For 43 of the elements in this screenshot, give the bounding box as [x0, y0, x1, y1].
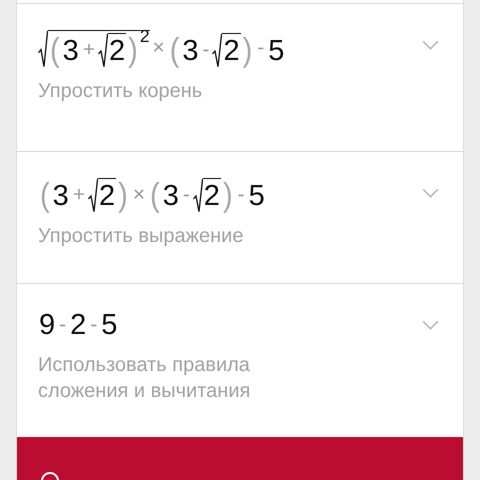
parenthesis: ): [222, 178, 234, 216]
math-number: 5: [267, 36, 286, 68]
math-operator: -: [89, 314, 98, 338]
parenthesis: (: [149, 178, 161, 216]
math-operator: -: [236, 184, 246, 207]
chevron-icon[interactable]: [422, 320, 439, 331]
solution-step[interactable]: (3+ 2)×(3- 2)-5 Упростить выражение: [17, 151, 463, 283]
math-number: 2: [222, 36, 241, 68]
parenthesis: ): [242, 34, 254, 70]
math-number: 2: [98, 181, 116, 213]
math-operator: -: [202, 38, 210, 62]
step-description: Упростить корень: [38, 78, 204, 104]
math-number: 2: [69, 310, 88, 342]
chevron-icon[interactable]: [422, 40, 439, 51]
math-number: 3: [181, 36, 200, 68]
parenthesis: (: [39, 178, 51, 216]
parenthesis: ): [117, 178, 129, 216]
radical-sign-icon: [192, 178, 203, 213]
math-operator: -: [58, 314, 68, 338]
math-number: 3: [52, 181, 70, 213]
radical-sign-icon: [38, 30, 48, 68]
math-number: 9: [38, 310, 56, 342]
math-number: 5: [248, 181, 266, 213]
radical-sign-icon: [88, 178, 98, 213]
math-number: 3: [162, 181, 180, 213]
chevron-icon[interactable]: [422, 188, 439, 199]
math-operator: +: [72, 184, 86, 207]
step-description: Упростить выражение: [38, 224, 244, 249]
math-operator: +: [82, 38, 96, 62]
step-description: Использовать правила сложения и вычитания: [38, 352, 252, 404]
math-number: 2: [108, 36, 126, 68]
math-number: 5: [100, 310, 118, 342]
math-operator: ×: [132, 184, 146, 207]
math-number: 2: [202, 181, 221, 213]
math-number: 3: [62, 36, 80, 68]
parenthesis: (: [168, 34, 180, 70]
radical-sign-icon: [212, 33, 222, 68]
math-operator: -: [256, 37, 266, 60]
parenthesis: (: [49, 34, 61, 70]
math-operator: ×: [152, 37, 166, 60]
parenthesis: ): [127, 34, 139, 70]
math-operator: -: [182, 184, 191, 207]
radical-sign-icon: [98, 33, 108, 68]
